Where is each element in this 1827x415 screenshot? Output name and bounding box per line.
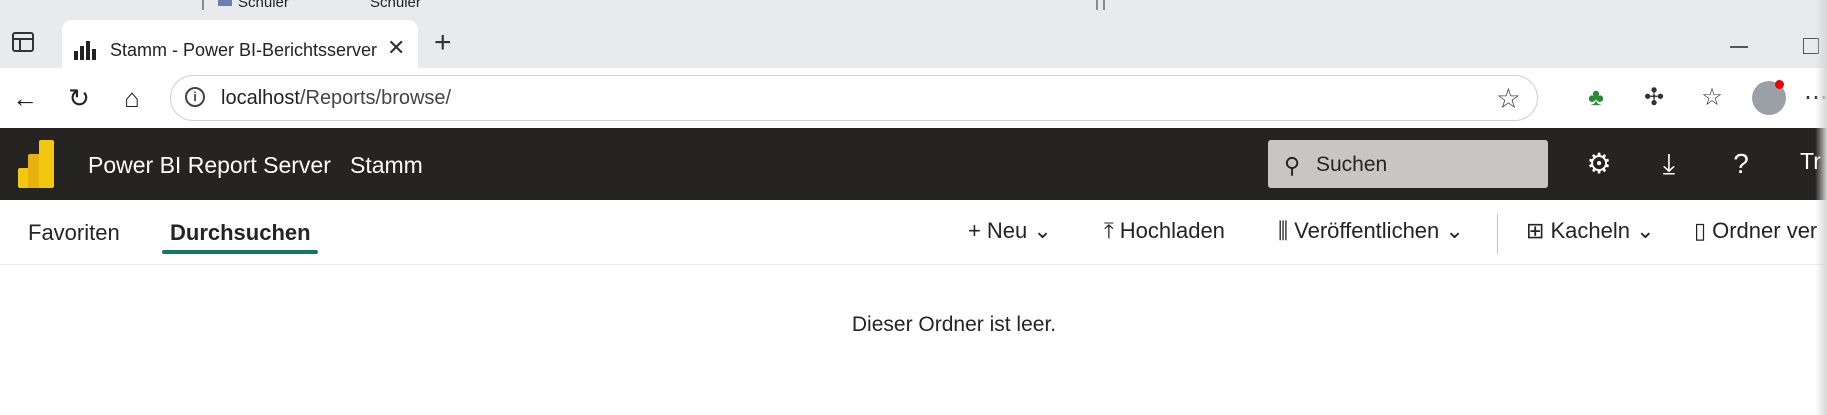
home-icon[interactable]: ⌂ bbox=[117, 83, 147, 113]
power-bi-logo bbox=[18, 140, 58, 188]
grid-icon: ⊞ bbox=[1526, 218, 1545, 243]
breadcrumb[interactable]: Stamm bbox=[350, 152, 423, 179]
close-tab-icon[interactable]: ✕ bbox=[387, 35, 405, 61]
browser-tab-bar: Stamm - Power BI-Berichtsserver ✕ + bbox=[0, 10, 1827, 78]
minimize-window-button[interactable] bbox=[1730, 46, 1748, 48]
upload-icon: ⤒ bbox=[1104, 218, 1114, 243]
divider bbox=[1103, 0, 1105, 10]
active-tab-indicator bbox=[162, 250, 318, 254]
download-icon[interactable]: ⤓ bbox=[1652, 146, 1686, 182]
browser-toolbar: ← ↻ ⌂ i localhost/Reports/browse/ ☆ ♣ ✣ … bbox=[0, 68, 1827, 128]
power-bi-favicon-icon bbox=[74, 38, 98, 60]
app-name[interactable]: Power BI Report Server bbox=[88, 152, 331, 179]
tab-actions-icon[interactable] bbox=[12, 32, 34, 52]
folder-page-icon: ▯ bbox=[1694, 218, 1707, 243]
url-text[interactable]: localhost/Reports/browse/ bbox=[221, 87, 451, 110]
favorites-list-icon[interactable]: ☆ bbox=[1696, 82, 1728, 114]
publish-button[interactable]: ⫼ Veröffentlichen ⌄ bbox=[1278, 218, 1464, 244]
upload-button[interactable]: ⤒ Hochladen bbox=[1104, 218, 1225, 244]
app-header: Power BI Report Server Stamm ⚲ Suchen ⚙ … bbox=[0, 128, 1827, 200]
chevron-down-icon: ⌄ bbox=[1033, 218, 1052, 243]
back-arrow-icon[interactable]: ← bbox=[10, 83, 40, 113]
view-tiles-button[interactable]: ⊞ Kacheln ⌄ bbox=[1526, 218, 1655, 244]
divider bbox=[202, 0, 204, 10]
divider bbox=[1096, 0, 1098, 10]
chevron-down-icon: ⌄ bbox=[1445, 218, 1464, 243]
tab-title: Stamm - Power BI-Berichtsserver bbox=[110, 40, 378, 60]
settings-gear-icon[interactable]: ⚙ bbox=[1582, 146, 1616, 182]
favorite-star-icon[interactable]: ☆ bbox=[1496, 82, 1521, 115]
help-icon[interactable]: ? bbox=[1724, 146, 1758, 182]
student-icon bbox=[218, 0, 232, 6]
search-input[interactable]: ⚲ Suchen bbox=[1268, 140, 1548, 188]
search-placeholder: Suchen bbox=[1316, 153, 1388, 176]
extensions-puzzle-icon[interactable]: ✣ bbox=[1638, 82, 1670, 114]
divider bbox=[1497, 214, 1498, 254]
new-button[interactable]: + Neu ⌄ bbox=[968, 218, 1052, 244]
chevron-down-icon: ⌄ bbox=[1636, 218, 1655, 243]
plus-icon: + bbox=[968, 218, 981, 243]
url-path: /Reports/browse/ bbox=[299, 87, 452, 109]
site-info-icon[interactable]: i bbox=[185, 87, 205, 107]
url-host: localhost bbox=[221, 87, 300, 109]
window-edge-shadow bbox=[1815, 0, 1827, 415]
folder-button[interactable]: ▯ Ordner ver bbox=[1694, 218, 1817, 244]
command-bar: Favoriten Durchsuchen + Neu ⌄ ⤒ Hochladen … bbox=[0, 200, 1827, 265]
new-tab-button[interactable]: + bbox=[434, 28, 452, 58]
address-bar[interactable]: i localhost/Reports/browse/ ☆ bbox=[170, 75, 1538, 121]
tab-favoriten[interactable]: Favoriten bbox=[28, 220, 120, 246]
publish-bars-icon: ⫼ bbox=[1278, 218, 1289, 243]
tab-durchsuchen[interactable]: Durchsuchen bbox=[170, 220, 311, 246]
search-icon: ⚲ bbox=[1284, 153, 1301, 178]
extension-plant-icon[interactable]: ♣ bbox=[1580, 82, 1612, 114]
refresh-icon[interactable]: ↻ bbox=[64, 83, 94, 113]
notification-dot bbox=[1775, 80, 1784, 89]
empty-folder-message: Dieser Ordner ist leer. bbox=[851, 313, 1057, 336]
